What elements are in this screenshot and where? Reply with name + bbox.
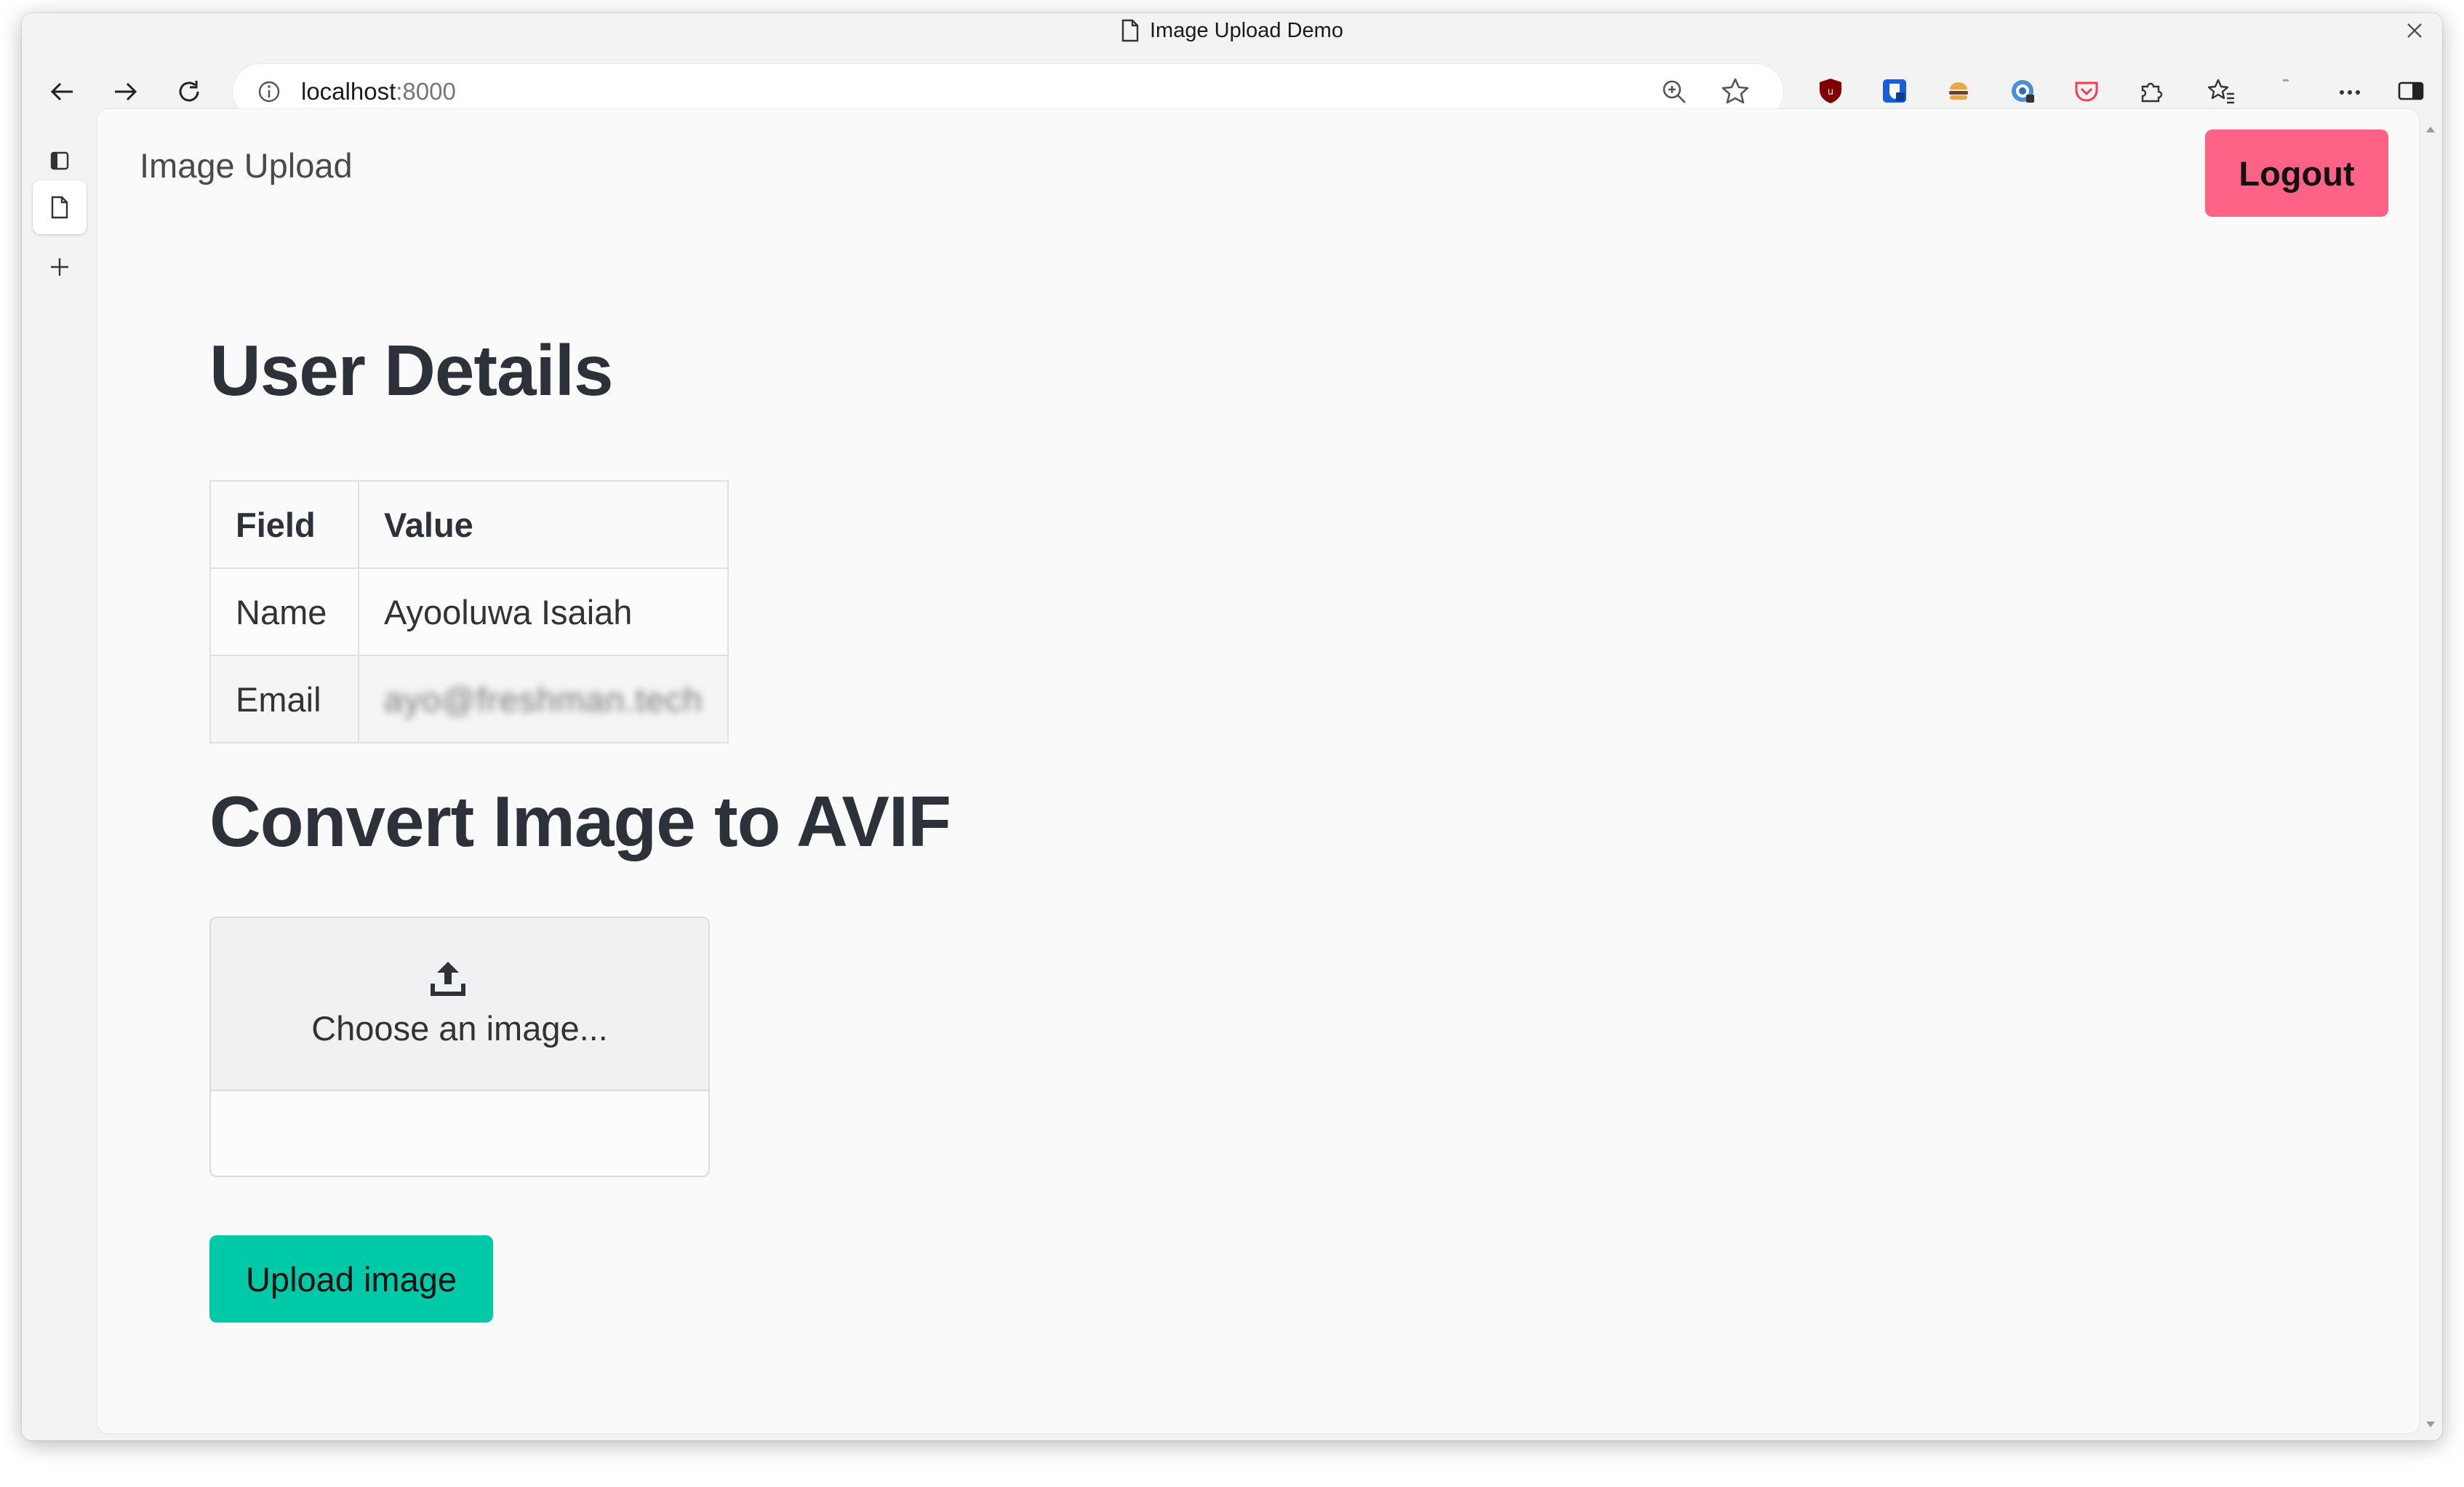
loading-indicator-icon: [2269, 74, 2303, 108]
field-cell: Name: [209, 567, 359, 656]
extensions-puzzle-icon[interactable]: [2134, 74, 2167, 108]
site-info-icon[interactable]: [255, 77, 284, 106]
value-cell: Ayooluwa Isaiah: [357, 567, 729, 656]
document-icon: [1121, 19, 1140, 42]
url-host: localhost: [301, 78, 396, 105]
vertical-tabs-sidebar: [22, 134, 97, 1440]
bitwarden-icon[interactable]: [1878, 74, 1911, 108]
bookmark-star-icon[interactable]: [1719, 76, 1751, 108]
page-scrollbar[interactable]: [2422, 115, 2439, 1439]
sidebar-toggle-icon[interactable]: [2394, 74, 2428, 108]
search-by-image-icon[interactable]: [2006, 74, 2039, 108]
page-viewport: Image Upload Logout User Details Field V…: [97, 109, 2419, 1433]
burger-extension-icon[interactable]: [1942, 74, 1975, 108]
table-row: Name Ayooluwa Isaiah: [209, 567, 729, 656]
email-value-blurred: ayo@freshman.tech: [384, 679, 703, 719]
url-port: :8000: [396, 78, 456, 105]
table-header-row: Field Value: [209, 480, 729, 569]
user-details-heading: User Details: [209, 330, 614, 410]
field-cell: Email: [209, 655, 359, 744]
choose-image-label: Choose an image...: [311, 1009, 608, 1048]
column-header: Value: [357, 480, 729, 569]
window-title: Image Upload Demo: [1150, 18, 1343, 42]
favorites-icon[interactable]: [2205, 74, 2239, 108]
tab-image-upload-demo[interactable]: [33, 180, 87, 234]
window-titlebar: Image Upload Demo: [22, 13, 2442, 48]
brand-link[interactable]: Image Upload: [140, 148, 353, 183]
site-navbar: Image Upload Logout: [97, 109, 2419, 217]
ublock-icon[interactable]: u: [1814, 74, 1847, 108]
logout-button[interactable]: Logout: [2205, 129, 2388, 217]
back-icon[interactable]: [36, 65, 89, 118]
pocket-icon[interactable]: [2070, 74, 2103, 108]
file-name-display: [209, 1091, 710, 1177]
value-cell: ayo@freshman.tech: [357, 655, 729, 744]
tab-actions-icon[interactable]: [33, 134, 87, 188]
upload-icon: [429, 959, 467, 998]
column-header: Field: [209, 480, 359, 569]
svg-text:u: u: [1828, 87, 1833, 97]
convert-heading: Convert Image to AVIF: [209, 781, 951, 861]
upload-image-button[interactable]: Upload image: [209, 1235, 493, 1323]
user-details-table: Field Value Name Ayooluwa Isaiah Email a…: [209, 480, 729, 744]
table-row: Email ayo@freshman.tech: [209, 655, 729, 744]
window-close-icon[interactable]: [2401, 17, 2428, 44]
more-menu-icon[interactable]: [2333, 74, 2367, 108]
file-chooser[interactable]: Choose an image...: [209, 917, 710, 1091]
new-tab-icon[interactable]: [33, 240, 87, 294]
zoom-icon[interactable]: [1660, 77, 1689, 106]
browser-window: Image Upload Demo localhost:8000 u Image…: [22, 13, 2442, 1440]
